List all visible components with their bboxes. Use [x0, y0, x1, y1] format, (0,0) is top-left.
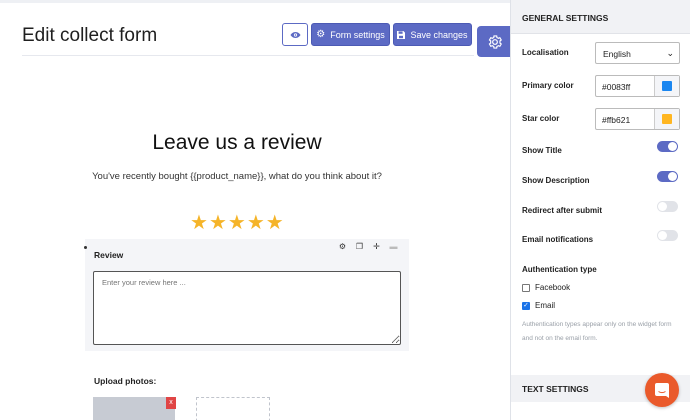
- redirect-after-submit-toggle[interactable]: [657, 201, 678, 212]
- panel-toggle-button[interactable]: [477, 26, 513, 57]
- page-title: Edit collect form: [22, 25, 158, 46]
- email-notifications-label: Email notifications: [522, 235, 594, 244]
- star-color-value: #ffb621: [602, 115, 631, 125]
- show-title-label: Show Title: [522, 146, 562, 155]
- toggle-knob: [658, 231, 667, 240]
- email-option[interactable]: ✓ Email: [522, 301, 555, 310]
- add-photo-dropzone[interactable]: [196, 397, 270, 420]
- remove-photo-button[interactable]: x: [166, 397, 176, 409]
- gear-icon: [488, 34, 502, 49]
- chat-launcher-button[interactable]: [645, 373, 679, 407]
- facebook-checkbox[interactable]: [522, 283, 530, 292]
- primary-color-swatch: [662, 81, 672, 91]
- authentication-type-label: Authentication type: [522, 265, 597, 274]
- localisation-select[interactable]: English ⌄: [595, 42, 680, 64]
- star-icon[interactable]: ★: [228, 213, 246, 233]
- eye-icon: [290, 31, 300, 38]
- chevron-down-icon: ⌄: [666, 48, 674, 58]
- star-icon[interactable]: ★: [247, 213, 265, 233]
- review-label: Review: [94, 250, 124, 260]
- general-settings-header: GENERAL SETTINGS: [511, 0, 690, 34]
- delete-icon[interactable]: ▬: [389, 242, 398, 251]
- email-checkbox[interactable]: ✓: [522, 301, 530, 310]
- save-changes-label: Save changes: [410, 29, 468, 40]
- authentication-note: Authentication types appear only on the …: [522, 321, 672, 342]
- star-icon[interactable]: ★: [209, 213, 227, 233]
- star-icon[interactable]: ★: [190, 213, 208, 233]
- preview-button[interactable]: [282, 23, 308, 46]
- photo-thumbnail: [93, 397, 175, 420]
- show-description-toggle[interactable]: [657, 171, 678, 182]
- save-changes-button[interactable]: Save changes: [393, 23, 472, 46]
- form-settings-button[interactable]: ⚙ Form settings: [311, 23, 390, 46]
- block-toolbar: ⚙ ❐ ✛ ▬: [338, 239, 398, 253]
- toggle-knob: [668, 142, 677, 151]
- star-color-input[interactable]: #ffb621: [595, 108, 680, 130]
- localisation-label: Localisation: [522, 48, 569, 57]
- star-color-picker[interactable]: [654, 109, 679, 129]
- redirect-after-submit-label: Redirect after submit: [522, 206, 603, 215]
- form-title: Leave us a review: [152, 131, 322, 154]
- star-rating[interactable]: ★ ★ ★ ★ ★: [190, 213, 284, 233]
- show-title-toggle[interactable]: [657, 141, 678, 152]
- gear-icon: ⚙: [316, 28, 326, 40]
- form-editor: Edit collect form ⚙ Form settings Save c…: [0, 0, 510, 420]
- star-color-swatch: [662, 114, 672, 124]
- title-divider: [22, 55, 474, 56]
- settings-icon[interactable]: ⚙: [338, 242, 347, 251]
- block-bullet: [84, 246, 87, 249]
- facebook-option[interactable]: Facebook: [522, 283, 570, 292]
- primary-color-picker[interactable]: [654, 76, 679, 96]
- facebook-label: Facebook: [535, 283, 571, 292]
- form-description: You've recently bought {{product_name}},…: [92, 171, 382, 182]
- localisation-value: English: [603, 49, 631, 59]
- email-notifications-toggle[interactable]: [657, 230, 678, 241]
- show-description-label: Show Description: [522, 176, 590, 185]
- primary-color-input[interactable]: #0083ff: [595, 75, 680, 97]
- floppy-disk-icon: [397, 30, 406, 39]
- star-icon[interactable]: ★: [266, 213, 284, 233]
- chat-bubble-icon: [655, 382, 669, 398]
- primary-color-label: Primary color: [522, 81, 574, 90]
- form-settings-label: Form settings: [330, 29, 385, 40]
- star-color-label: Star color: [522, 114, 560, 123]
- email-label: Email: [535, 301, 556, 310]
- toggle-knob: [658, 202, 667, 211]
- primary-color-value: #0083ff: [602, 82, 631, 92]
- toggle-knob: [668, 172, 677, 181]
- move-icon[interactable]: ✛: [372, 242, 381, 251]
- upload-photos-label: Upload photos:: [94, 376, 157, 386]
- review-textarea[interactable]: [93, 271, 401, 345]
- checkmark-icon: ✓: [523, 301, 529, 309]
- duplicate-icon[interactable]: ❐: [355, 242, 364, 251]
- settings-panel: GENERAL SETTINGS Localisation English ⌄ …: [510, 0, 690, 420]
